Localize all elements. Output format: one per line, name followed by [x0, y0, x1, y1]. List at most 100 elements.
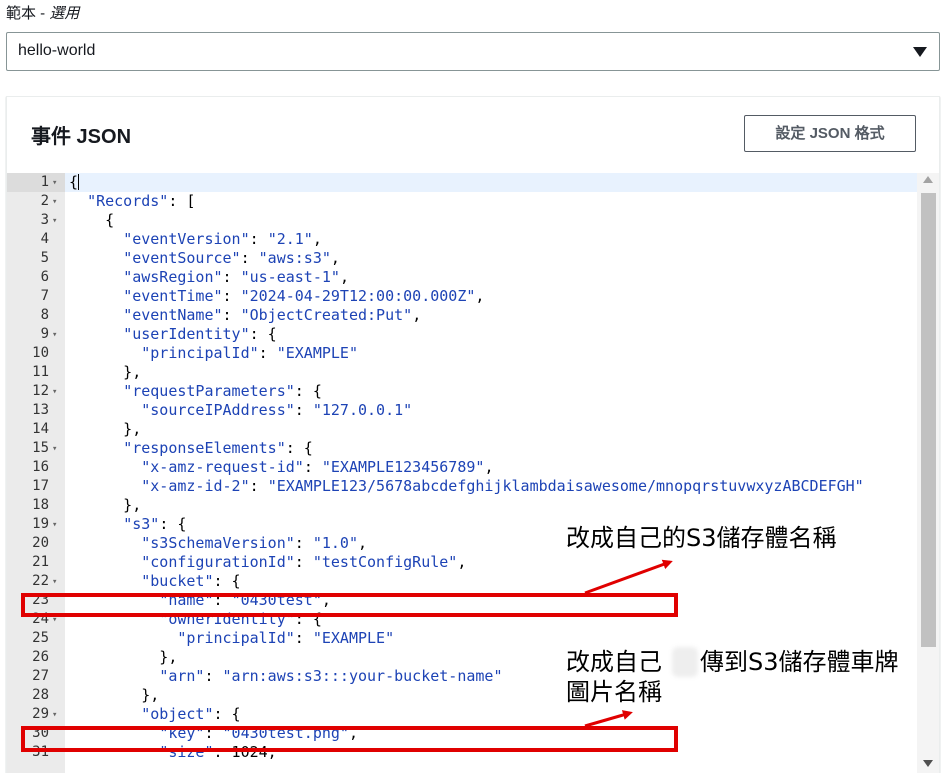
scroll-down-icon[interactable] [923, 760, 933, 767]
template-label: 範本 - 選用 [6, 2, 79, 23]
highlight-box-object-key [21, 726, 678, 752]
code-line[interactable]: 14 }, [7, 420, 917, 439]
line-number: 4 [40, 231, 49, 247]
line-number: 16 [32, 459, 49, 475]
code-text: "Records": [ [87, 192, 196, 210]
line-number: 9 [40, 326, 49, 342]
line-number: 19 [32, 516, 49, 532]
code-line[interactable]: 12 ▾ "requestParameters": { [7, 382, 917, 401]
scroll-up-icon[interactable] [923, 176, 933, 183]
blurred-text [672, 647, 698, 677]
line-number: 3 [40, 212, 49, 228]
code-line[interactable]: 22 ▾ "bucket": { [7, 572, 917, 591]
fold-arrow-icon[interactable]: ▾ [52, 516, 57, 535]
template-optional-text: 選用 [49, 5, 80, 22]
line-number: 28 [32, 687, 49, 703]
code-text: { [69, 173, 80, 191]
format-json-button[interactable]: 設定 JSON 格式 [744, 115, 916, 152]
line-number: 1 [40, 174, 49, 190]
panel-title: 事件 JSON [31, 126, 132, 148]
line-number: 27 [32, 668, 49, 684]
line-number: 20 [32, 535, 49, 551]
vertical-scrollbar[interactable] [917, 173, 939, 773]
fold-arrow-icon[interactable]: ▾ [52, 573, 57, 592]
code-text: "s3": { [123, 515, 187, 533]
annotation-note-bucket: 改成自己的S3儲存體名稱 [566, 524, 837, 552]
code-line[interactable]: 10 "principalId": "EXAMPLE" [7, 344, 917, 363]
code-line[interactable]: 7 "eventTime": "2024-04-29T12:00:00.000Z… [7, 287, 917, 306]
line-number: 17 [32, 478, 49, 494]
code-line[interactable]: 9 ▾ "userIdentity": { [7, 325, 917, 344]
line-number: 5 [40, 250, 49, 266]
code-line[interactable]: 16 "x-amz-request-id": "EXAMPLE123456789… [7, 458, 917, 477]
code-text: "responseElements": { [123, 439, 313, 457]
code-text: "eventName": "ObjectCreated:Put", [123, 306, 422, 324]
code-text: "principalId": "EXAMPLE" [177, 629, 395, 647]
template-select[interactable]: hello-world [6, 32, 940, 71]
line-number: 26 [32, 649, 49, 665]
annotation-note-key-line2: 圖片名稱 [566, 678, 662, 706]
line-number: 6 [40, 269, 49, 285]
line-number: 11 [32, 364, 49, 380]
line-number: 15 [32, 440, 49, 456]
scrollbar-thumb[interactable] [921, 193, 936, 647]
code-line[interactable]: 11 }, [7, 363, 917, 382]
line-number: 12 [32, 383, 49, 399]
code-line[interactable]: 4 "eventVersion": "2.1", [7, 230, 917, 249]
code-text: "bucket": { [141, 572, 241, 590]
code-text: "eventTime": "2024-04-29T12:00:00.000Z", [123, 287, 485, 305]
code-line[interactable]: 6 "awsRegion": "us-east-1", [7, 268, 917, 287]
fold-arrow-icon[interactable]: ▾ [52, 193, 57, 212]
code-text: }, [69, 686, 160, 704]
template-select-value: hello-world [18, 42, 96, 59]
code-line[interactable]: 17 "x-amz-id-2": "EXAMPLE123/5678abcdefg… [7, 477, 917, 496]
code-text: "configurationId": "testConfigRule", [141, 553, 467, 571]
line-number: 7 [40, 288, 49, 304]
annotation-note-key-line1b: 傳到S3儲存體車牌 [700, 648, 899, 676]
fold-arrow-icon[interactable]: ▾ [52, 383, 57, 402]
code-line[interactable]: 13 "sourceIPAddress": "127.0.0.1" [7, 401, 917, 420]
annotation-note-key-line1: 改成自己 [566, 648, 662, 676]
highlight-box-bucket-name [21, 593, 678, 617]
code-text: "requestParameters": { [123, 382, 322, 400]
code-line[interactable]: 3 ▾ { [7, 211, 917, 230]
code-text: { [69, 211, 115, 229]
code-line[interactable]: 1 ▾ { [7, 173, 917, 192]
fold-arrow-icon[interactable]: ▾ [52, 212, 57, 231]
template-label-sep: - [36, 5, 50, 22]
line-number: 18 [32, 497, 49, 513]
fold-arrow-icon[interactable]: ▾ [52, 326, 57, 345]
fold-arrow-icon[interactable]: ▾ [52, 440, 57, 459]
code-line[interactable]: 18 }, [7, 496, 917, 515]
code-line[interactable]: 8 "eventName": "ObjectCreated:Put", [7, 306, 917, 325]
code-line[interactable]: 28 }, [7, 686, 917, 705]
code-text: "awsRegion": "us-east-1", [123, 268, 349, 286]
text-cursor [78, 174, 80, 190]
code-text: "arn": "arn:aws:s3:::your-bucket-name" [159, 667, 503, 685]
json-code-editor[interactable]: 1 ▾{2 ▾ "Records": [3 ▾ {4 "eventVersion": … [7, 173, 939, 773]
code-text: }, [69, 496, 142, 514]
code-text: }, [69, 363, 142, 381]
line-number: 21 [32, 554, 49, 570]
line-number: 10 [32, 345, 49, 361]
line-number: 29 [32, 706, 49, 722]
code-text: "x-amz-id-2": "EXAMPLE123/5678abcdefghij… [141, 477, 864, 495]
code-line[interactable]: 5 "eventSource": "aws:s3", [7, 249, 917, 268]
template-label-text: 範本 [6, 5, 37, 22]
code-line[interactable]: 29 ▾ "object": { [7, 705, 917, 724]
code-text: "object": { [141, 705, 241, 723]
line-number: 25 [32, 630, 49, 646]
fold-arrow-icon[interactable]: ▾ [52, 174, 57, 193]
code-line[interactable]: 21 "configurationId": "testConfigRule", [7, 553, 917, 572]
caret-down-icon [913, 47, 927, 57]
code-text: "s3SchemaVersion": "1.0", [141, 534, 368, 552]
code-line[interactable]: 25 "principalId": "EXAMPLE" [7, 629, 917, 648]
line-number: 8 [40, 307, 49, 323]
code-line[interactable]: 15 ▾ "responseElements": { [7, 439, 917, 458]
code-text: "x-amz-request-id": "EXAMPLE123456789", [141, 458, 494, 476]
code-text: "eventSource": "aws:s3", [123, 249, 340, 267]
line-number: 2 [40, 193, 49, 209]
code-line[interactable]: 2 ▾ "Records": [ [7, 192, 917, 211]
fold-arrow-icon[interactable]: ▾ [52, 706, 57, 725]
code-text: }, [69, 648, 178, 666]
